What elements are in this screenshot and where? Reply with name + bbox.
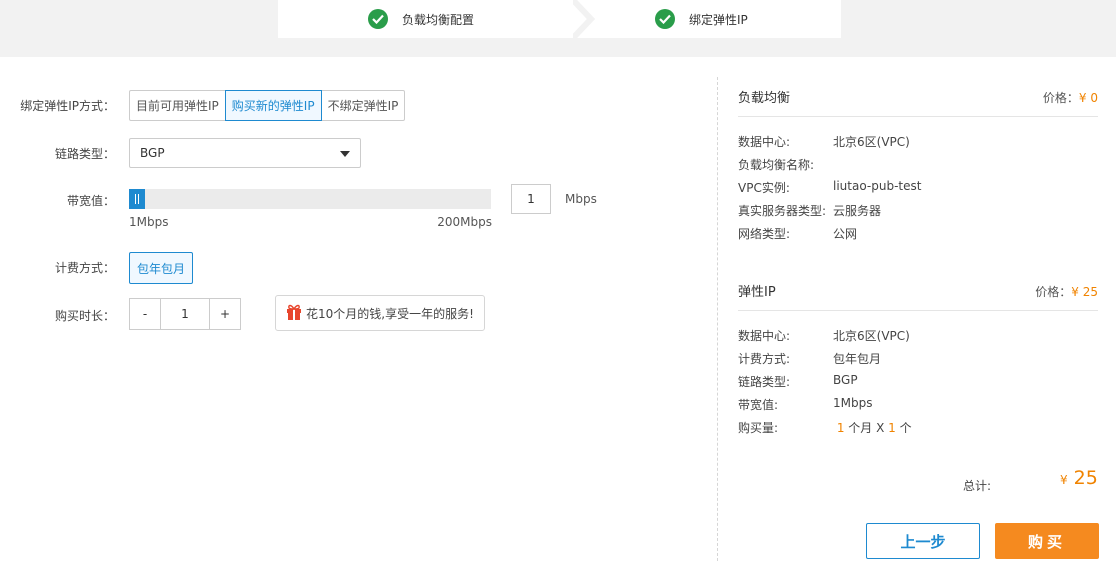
bind-method-selector: 目前可用弹性IP 购买新的弹性IP 不绑定弹性IP [129,90,406,121]
summary-row: 数据中心: 北京6区(VPC) [738,329,910,343]
line-type-value: BGP [140,146,165,160]
panel-divider [717,77,718,561]
config-card: 绑定弹性IP方式： 目前可用弹性IP 购买新的弹性IP 不绑定弹性IP 链路类型… [0,57,1116,569]
billing-option-yearly-monthly[interactable]: 包年包月 [129,252,194,284]
duration-label: 购买时长： [54,309,115,323]
summary-lb-header: 负载均衡 价格：¥ 0 [738,87,1098,117]
summary-eip: 弹性IP 价格：¥ 25 数据中心: 北京6区(VPC) 计费方式: 包年包月 链路… [738,281,1098,442]
summary-row: VPC实例: liutao-pub-test [738,179,922,195]
bind-method-label: 绑定弹性IP方式： [20,99,115,113]
promo-banner: 花10个月的钱,享受一年的服务! [275,295,485,331]
summary-row: 计费方式: 包年包月 [738,352,882,366]
step-lb-config: 负载均衡配置 [368,0,474,38]
gift-icon [286,303,302,324]
bandwidth-input[interactable] [511,184,551,214]
line-type-select[interactable]: BGP [129,138,361,168]
summary-row: 数据中心: 北京6区(VPC) [738,135,910,149]
caret-down-icon [340,151,350,157]
step-divider-arrow [573,0,596,38]
decrement-button[interactable]: - [129,298,161,330]
duration-stepper: - + [129,298,241,330]
option-no-eip[interactable]: 不绑定弹性IP [320,90,406,121]
bandwidth-unit: Mbps [565,192,597,206]
steps-bar: 负载均衡配置 绑定弹性IP [278,0,841,38]
option-buy-new-eip[interactable]: 购买新的弹性IP [224,90,322,121]
check-circle-icon [655,9,675,29]
summary-row: 网络类型: 公网 [738,227,858,241]
summary-lb: 负载均衡 价格：¥ 0 数据中心: 北京6区(VPC) 负载均衡名称: VPC实例… [738,87,1098,248]
line-type-label: 链路类型： [54,147,115,161]
total-amount: ¥25 [1060,467,1098,489]
step-label: 负载均衡配置 [402,12,475,27]
bandwidth-slider[interactable] [129,189,491,209]
step-bind-eip: 绑定弹性IP [655,0,748,38]
summary-lb-title: 负载均衡 [738,91,791,106]
summary-row: 链路类型: BGP [738,373,858,389]
increment-button[interactable]: + [209,298,241,330]
total-label: 总计: [963,479,992,493]
summary-lb-price: 价格：¥ 0 [1042,91,1098,105]
check-circle-icon [368,9,388,29]
bandwidth-max-label: 200Mbps [437,215,492,229]
summary-eip-price: 价格：¥ 25 [1035,285,1098,299]
bandwidth-min-label: 1Mbps [129,215,169,229]
billing-label: 计费方式： [54,261,115,275]
summary-row: 带宽值: 1Mbps [738,396,873,412]
summary-row: 负载均衡名称: [738,158,815,172]
promo-text: 花10个月的钱,享受一年的服务! [306,306,474,321]
summary-eip-title: 弹性IP [738,285,776,300]
previous-step-button[interactable]: 上一步 [866,523,980,559]
summary-row: 真实服务器类型: 云服务器 [738,204,882,218]
option-existing-eip[interactable]: 目前可用弹性IP [129,90,226,121]
step-label: 绑定弹性IP [689,12,748,27]
bandwidth-label: 带宽值： [66,194,115,208]
duration-input[interactable] [161,298,209,330]
bandwidth-slider-handle[interactable] [129,189,145,209]
buy-button[interactable]: 购买 [995,523,1099,559]
summary-row-quantity: 购买量: 1 个月 X 1 个 [738,421,912,435]
summary-eip-header: 弹性IP 价格：¥ 25 [738,281,1098,311]
